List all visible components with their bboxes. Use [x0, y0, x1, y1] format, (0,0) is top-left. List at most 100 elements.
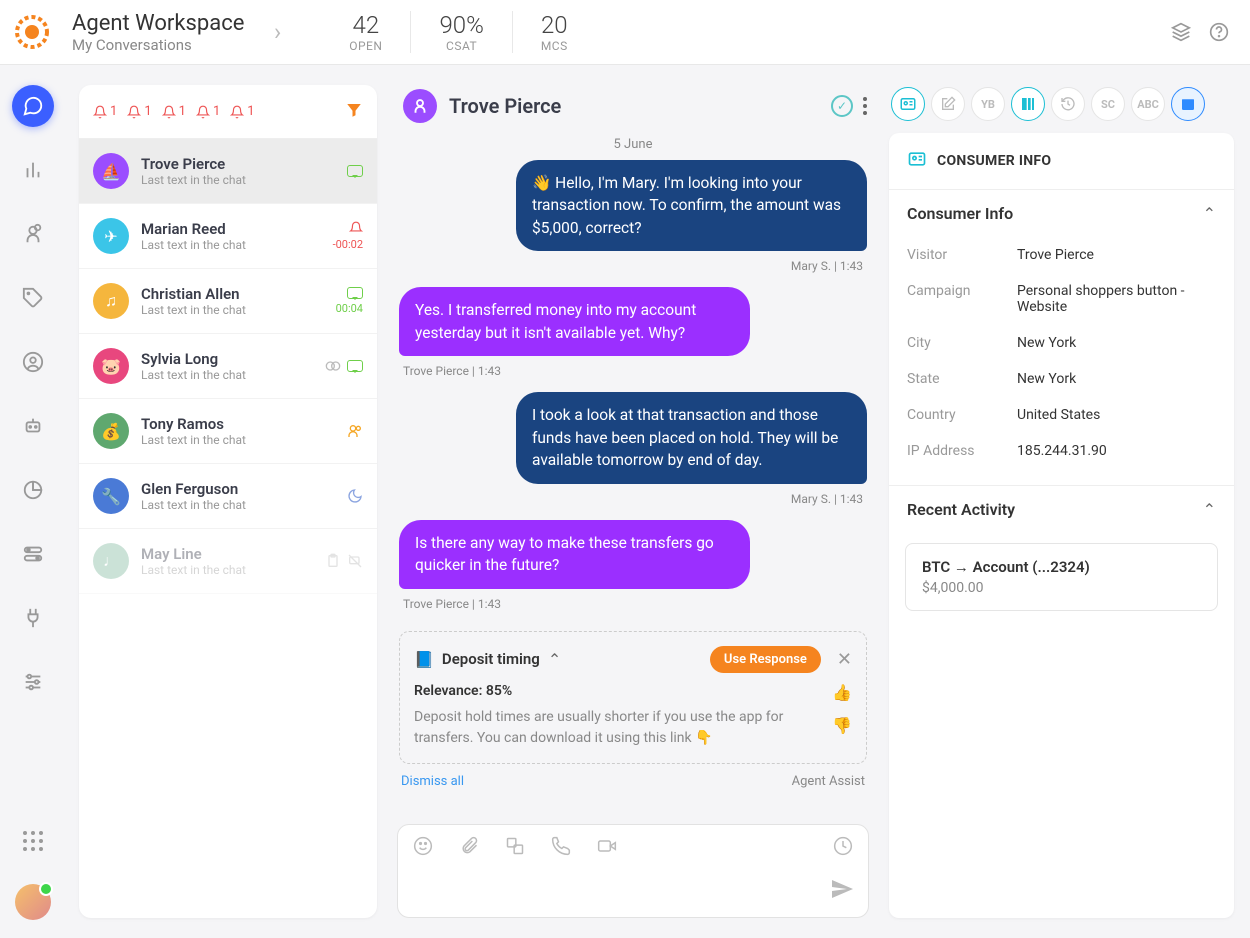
tool-id-card-icon[interactable] [891, 87, 925, 121]
chat-header: Trove Pierce ✓ [397, 85, 869, 137]
contact-avatar: 🔧 [93, 478, 129, 514]
tool-abc[interactable]: ABC [1131, 87, 1165, 121]
contact-avatar: ✈ [93, 218, 129, 254]
schedule-icon[interactable] [832, 835, 854, 857]
bell-filter[interactable]: 1 [127, 104, 151, 119]
stat-csat[interactable]: 90%CSAT [411, 11, 512, 53]
my-avatar[interactable] [15, 884, 51, 920]
verified-icon[interactable]: ✓ [831, 95, 853, 117]
nav-apps-icon[interactable] [12, 820, 54, 862]
conversation-item[interactable]: 🔧Glen FergusonLast text in the chat [79, 464, 377, 529]
nav-tag-icon[interactable] [12, 277, 54, 319]
nav-user-icon[interactable] [12, 341, 54, 383]
conversation-item[interactable]: ♫Christian AllenLast text in the chat00:… [79, 269, 377, 334]
message-bubble: Is there any way to make these transfers… [399, 520, 750, 589]
suggestion-body: Deposit hold times are usually shorter i… [414, 707, 822, 749]
bell-filter[interactable]: 1 [93, 104, 117, 119]
tool-sc[interactable]: SC [1091, 87, 1125, 121]
message-meta: Trove Pierce | 1:43 [403, 364, 863, 378]
contact-avatar: 💰 [93, 413, 129, 449]
filter-icon[interactable] [345, 101, 363, 123]
tool-edit-icon[interactable] [931, 87, 965, 121]
conversation-filters: 11111 [79, 85, 377, 139]
activity-card[interactable]: BTC → Account (...2324) $4,000.00 [905, 543, 1218, 611]
contact-avatar: ⛵ [93, 153, 129, 189]
thumbs-up-icon[interactable]: 👍 [832, 683, 852, 702]
chat-date: 5 June [397, 137, 869, 152]
conversation-item[interactable]: 🐷Sylvia LongLast text in the chat [79, 334, 377, 399]
conversation-item[interactable]: 💰 Tony RamosLast text in the chat [79, 399, 377, 464]
chevron-up-icon: ⌃ [1203, 204, 1216, 223]
dismiss-all-link[interactable]: Dismiss all [401, 774, 464, 789]
info-row: CityNew York [907, 325, 1216, 361]
nav-analytics-icon[interactable] [12, 149, 54, 191]
contact-name: Tony Ramos [141, 415, 335, 433]
close-icon[interactable]: ✕ [837, 649, 852, 670]
attachment-icon[interactable] [458, 835, 480, 857]
consumer-info-section-header[interactable]: Consumer Info ⌃ [889, 190, 1234, 237]
consumer-info-card: CONSUMER INFO Consumer Info ⌃ VisitorTro… [889, 133, 1234, 918]
contact-subtitle: Last text in the chat [141, 498, 335, 512]
stat-mcs[interactable]: 20MCS [513, 11, 596, 53]
bell-filter[interactable]: 1 [162, 104, 186, 119]
contact-avatar: 🐷 [93, 348, 129, 384]
nav-plug-icon[interactable] [12, 597, 54, 639]
suggestion-title: Deposit timing [442, 650, 540, 668]
send-icon[interactable] [830, 877, 854, 907]
contact-subtitle: Last text in the chat [141, 173, 335, 187]
tool-calendar-icon[interactable] [1171, 87, 1205, 121]
chat-menu-icon[interactable] [863, 97, 867, 115]
activity-title: BTC → Account (...2324) [922, 558, 1201, 576]
use-response-button[interactable]: Use Response [710, 646, 821, 673]
info-panel: YB SC ABC CONSUMER INFO Consumer Info ⌃ … [889, 85, 1234, 918]
video-icon[interactable] [596, 835, 618, 857]
thumbs-down-icon[interactable]: 👎 [832, 716, 852, 735]
emoji-icon[interactable] [412, 835, 434, 857]
layers-icon[interactable] [1170, 21, 1192, 43]
workspace-chevron[interactable]: › [274, 18, 281, 46]
help-icon[interactable] [1208, 21, 1230, 43]
relevance-label: Relevance: 85% [414, 683, 822, 699]
chevron-up-icon: ⌃ [1203, 500, 1216, 519]
info-row: StateNew York [907, 361, 1216, 397]
stat-open[interactable]: 42OPEN [321, 11, 411, 53]
info-row: VisitorTrove Pierce [907, 237, 1216, 273]
tool-yb[interactable]: YB [971, 87, 1005, 121]
nav-sliders-icon[interactable] [12, 661, 54, 703]
contact-subtitle: Last text in the chat [141, 303, 324, 317]
chat-panel: Trove Pierce ✓ 5 June 👋 Hello, I'm Mary.… [397, 85, 869, 918]
message-bubble: Yes. I transferred money into my account… [399, 287, 750, 356]
conversation-item[interactable]: ♩May LineLast text in the chat [79, 529, 377, 594]
message-meta: Mary S. | 1:43 [403, 492, 863, 506]
info-row: CampaignPersonal shoppers button - Websi… [907, 273, 1216, 325]
book-icon: 📘 [414, 650, 434, 669]
contact-name: Marian Reed [141, 220, 321, 238]
contact-subtitle: Last text in the chat [141, 368, 313, 382]
translate-icon[interactable] [504, 835, 526, 857]
tool-history-icon[interactable] [1051, 87, 1085, 121]
call-icon[interactable] [550, 835, 572, 857]
message-bubble: 👋 Hello, I'm Mary. I'm looking into your… [516, 160, 867, 251]
conversation-item[interactable]: ✈Marian ReedLast text in the chat-00:02 [79, 204, 377, 269]
bell-filter[interactable]: 1 [196, 104, 220, 119]
collapse-icon[interactable]: ⌃ [548, 650, 561, 669]
activity-amount: $4,000.00 [922, 580, 1201, 596]
nav-pie-icon[interactable] [12, 469, 54, 511]
nav-chat-icon[interactable] [12, 85, 54, 127]
recent-activity-section-header[interactable]: Recent Activity ⌃ [889, 485, 1234, 533]
workspace-subtitle: My Conversations [72, 36, 252, 54]
nav-bot-chat-icon[interactable] [12, 213, 54, 255]
tool-grid-icon[interactable] [1011, 87, 1045, 121]
conversations-panel: 11111 ⛵Trove PierceLast text in the chat… [79, 85, 377, 918]
bell-filter[interactable]: 1 [230, 104, 254, 119]
contact-subtitle: Last text in the chat [141, 433, 335, 447]
conversation-item[interactable]: ⛵Trove PierceLast text in the chat [79, 139, 377, 204]
chat-avatar-icon [403, 89, 437, 123]
info-row: IP Address185.244.31.90 [907, 433, 1216, 469]
message-bubble: I took a look at that transaction and th… [516, 392, 867, 483]
compose-box [397, 824, 869, 918]
info-row: CountryUnited States [907, 397, 1216, 433]
nav-bot-icon[interactable] [12, 405, 54, 447]
top-bar: Agent Workspace My Conversations › 42OPE… [0, 0, 1250, 65]
nav-toggles-icon[interactable] [12, 533, 54, 575]
